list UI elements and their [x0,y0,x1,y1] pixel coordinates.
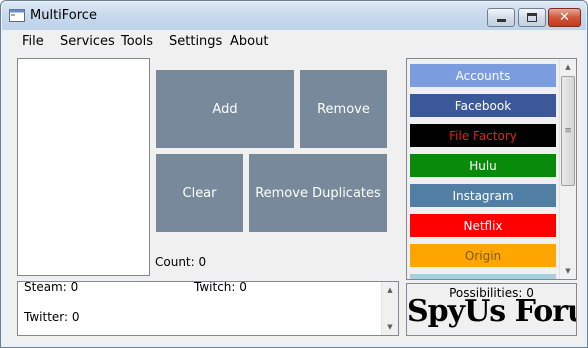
clear-button[interactable]: Clear [156,154,243,232]
maximize-button[interactable] [518,8,546,27]
menu-services[interactable]: Services [60,34,115,49]
stat-steam: Steam: 0 [24,281,79,294]
minimize-button[interactable] [487,8,515,27]
possibilities-box: Possibilities: 0 SpyUs Forum [406,283,577,336]
stats-box[interactable]: Steam: 0 Twitch: 0 Twitter: 0 ▲ ▼ [17,281,399,336]
stat-twitch: Twitch: 0 [194,281,247,294]
accounts-listbox[interactable] [17,58,150,276]
services-panel: Accounts Facebook File Factory Hulu Instagra… [406,58,577,280]
client-area: File Services Tools Settings About Add R… [6,30,583,344]
service-button[interactable]: Origin [410,244,556,267]
service-button[interactable] [410,274,556,279]
service-button[interactable]: Accounts [410,64,556,87]
stat-twitter: Twitter: 0 [24,310,80,324]
service-button[interactable]: Netflix [410,214,556,237]
stats-scroll-up-arrow-icon[interactable]: ▲ [382,282,398,298]
service-button[interactable]: Facebook [410,94,556,117]
scroll-thumb[interactable]: ≡ [561,76,575,186]
grip-icon: ≡ [564,125,572,136]
service-button[interactable]: Instagram [410,184,556,207]
window-title: MultiForce [30,8,97,23]
app-window-icon [9,9,25,22]
app-window: MultiForce ✕ File Services Tools Setting… [0,0,588,348]
service-button[interactable]: File Factory [410,124,556,147]
count-label: Count: 0 [155,255,207,269]
menu-tools[interactable]: Tools [121,34,153,49]
title-bar[interactable]: MultiForce ✕ [2,2,586,30]
watermark: SpyUs Forum [407,294,576,329]
maximize-icon [527,13,537,22]
stats-scrollbar[interactable]: ▲ ▼ [381,282,398,335]
close-button[interactable]: ✕ [548,8,581,27]
scroll-down-arrow-icon[interactable]: ▼ [560,263,576,279]
minimize-icon [496,19,506,22]
remove-duplicates-button[interactable]: Remove Duplicates [249,154,387,232]
add-button[interactable]: Add [156,70,294,148]
stats-scroll-down-arrow-icon[interactable]: ▼ [382,319,398,335]
menu-bar: File Services Tools Settings About [6,30,583,52]
service-button[interactable]: Hulu [410,154,556,177]
menu-file[interactable]: File [22,34,44,49]
menu-settings[interactable]: Settings [169,34,222,49]
scroll-up-arrow-icon[interactable]: ▲ [560,59,576,75]
services-scrollbar[interactable]: ▲ ≡ ▼ [559,59,576,279]
close-icon: ✕ [559,10,570,25]
menu-about[interactable]: About [230,34,268,49]
remove-button[interactable]: Remove [300,70,387,148]
